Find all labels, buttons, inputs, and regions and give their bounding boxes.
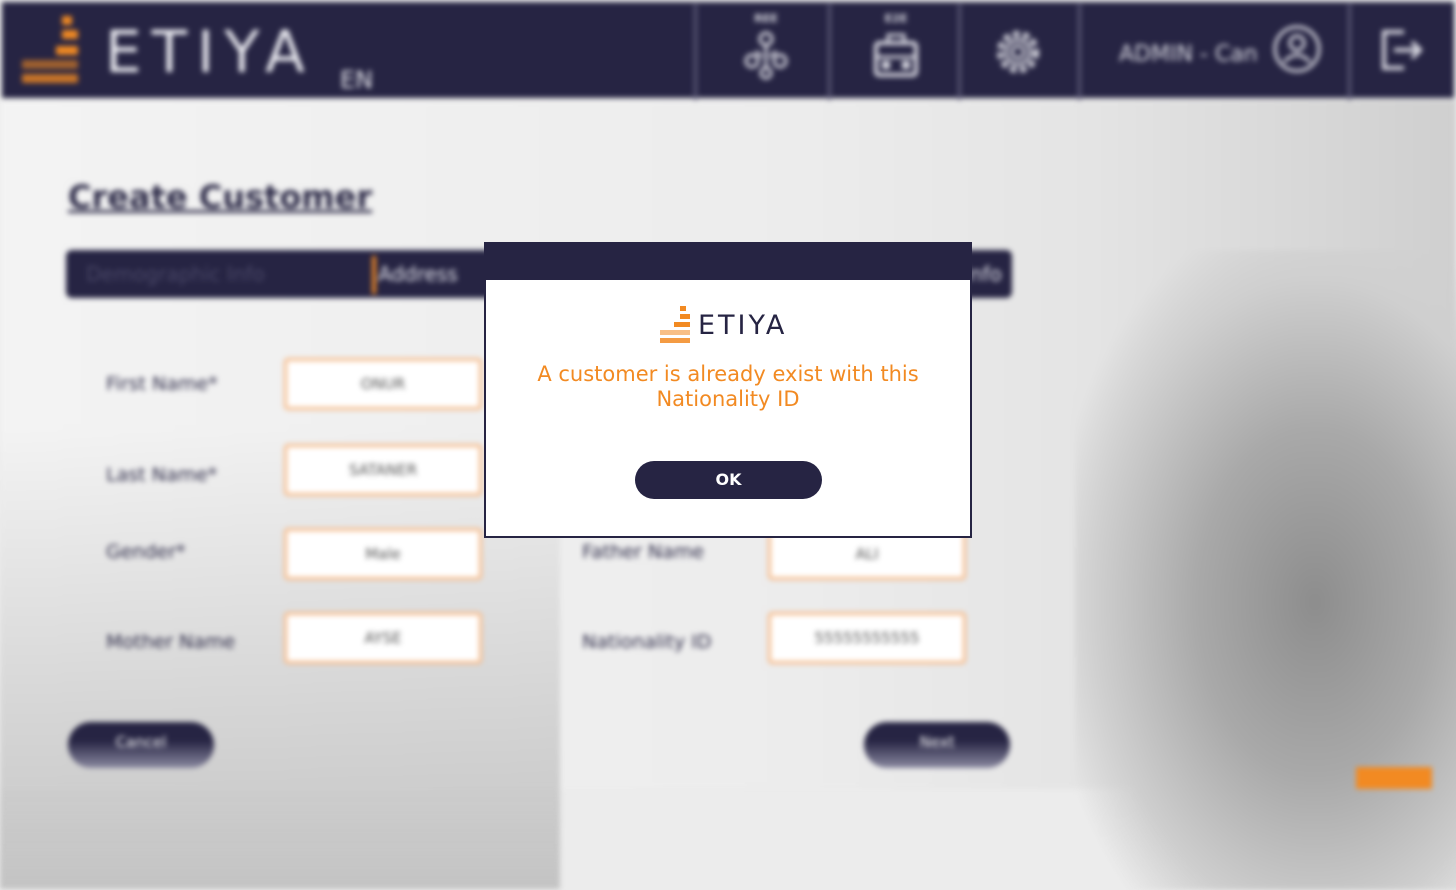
alert-dialog: ETIYA A customer is already exist with t… <box>484 242 972 538</box>
modal-overlay: ETIYA A customer is already exist with t… <box>0 0 1456 789</box>
dialog-header <box>486 244 970 280</box>
etiya-logo-icon <box>660 306 690 344</box>
dialog-logo: ETIYA <box>660 306 800 346</box>
ok-button[interactable]: OK <box>635 461 822 499</box>
dialog-message: A customer is already exist with this Na… <box>537 362 919 411</box>
dialog-brand-name: ETIYA <box>698 310 788 341</box>
